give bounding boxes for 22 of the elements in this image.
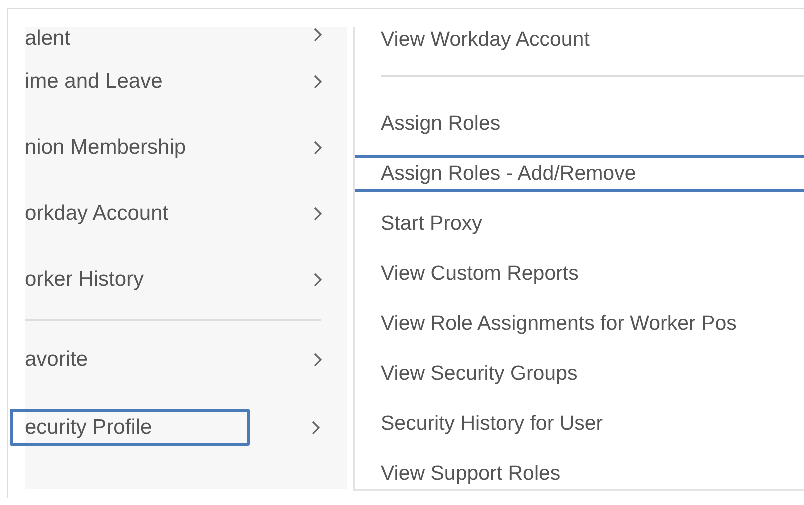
submenu-item[interactable]: View Support Roles — [381, 449, 804, 489]
chevron-right-icon — [313, 27, 323, 43]
submenu-item[interactable]: Assign Roles — [381, 99, 804, 149]
submenu-item[interactable]: View Security Groups — [381, 349, 804, 399]
menu-item[interactable]: alent — [25, 27, 347, 49]
menu-item[interactable]: orkday Account — [25, 181, 347, 247]
chevron-right-icon — [313, 74, 323, 90]
submenu-item[interactable]: Assign Roles - Add/Remove — [355, 155, 804, 192]
submenu-item[interactable]: View Workday Account — [381, 27, 804, 65]
menu-item[interactable]: ime and Leave — [25, 49, 347, 115]
chevron-right-icon — [313, 272, 323, 288]
submenu-item[interactable]: View Role Assignments for Worker Pos — [381, 299, 804, 349]
menu-item[interactable]: orker History — [25, 247, 347, 313]
submenu-item[interactable]: View Custom Reports — [381, 249, 804, 299]
chevron-right-icon — [311, 420, 321, 436]
menu-item[interactable]: nion Membership — [25, 115, 347, 181]
submenu-item[interactable]: Security History for User — [381, 399, 804, 449]
chevron-right-icon — [313, 206, 323, 222]
menu-item[interactable]: avorite — [25, 327, 347, 393]
chevron-right-icon — [313, 140, 323, 156]
submenu-item[interactable]: Start Proxy — [381, 199, 804, 249]
chevron-right-icon — [313, 352, 323, 368]
